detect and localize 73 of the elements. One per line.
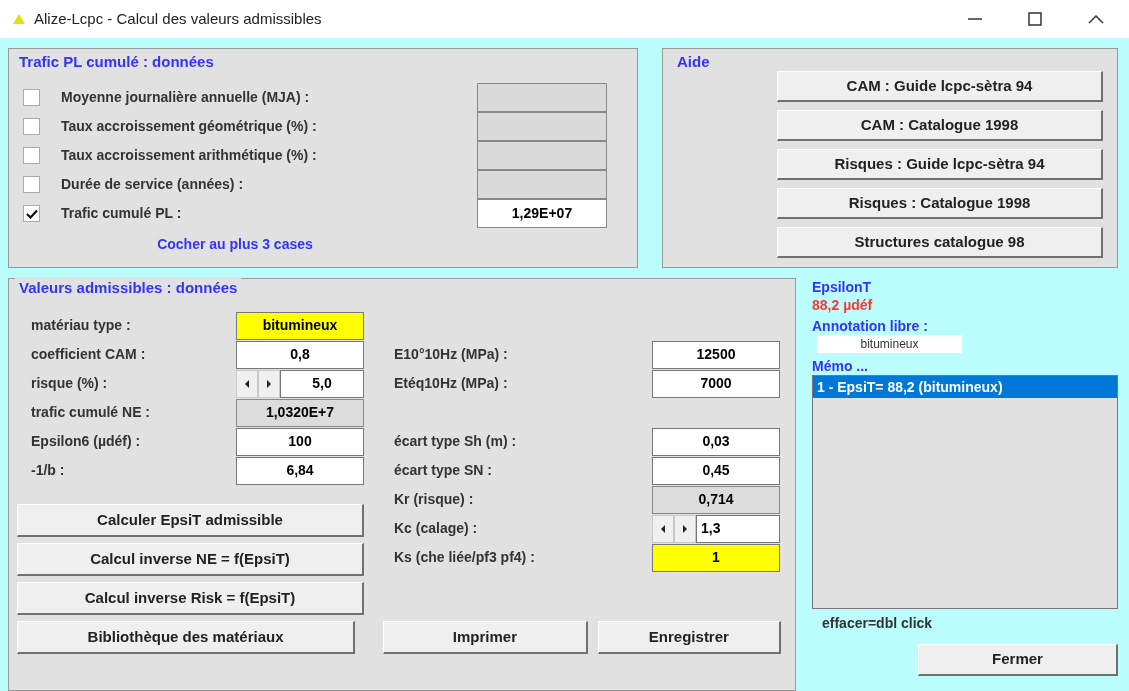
field-label: Ks (che liée/pf3 pf4) : (394, 548, 535, 567)
field-label: écart type Sh (m) : (394, 432, 517, 451)
input-field[interactable]: 0,45 (652, 456, 780, 485)
action-button[interactable]: Enregistrer (597, 621, 781, 654)
left-arrow-button[interactable] (652, 514, 674, 543)
right-triangle-icon (682, 524, 688, 533)
action-button[interactable]: Calcul inverse Risk = f(EpsiT) (17, 582, 364, 615)
left-triangle-icon (244, 379, 250, 388)
input-field[interactable] (477, 112, 607, 141)
field-label: -1/b : (31, 461, 65, 480)
app-icon (12, 12, 26, 26)
input-field[interactable] (477, 141, 607, 170)
window-title: Alize-Lcpc - Calcul des valeurs admissibles (34, 8, 322, 29)
memo-list[interactable]: 1 - EpsiT= 88,2 (bitumineux) (812, 375, 1118, 609)
help-button[interactable]: Risques : Catalogue 1998 (777, 188, 1103, 219)
field-label: Epsilon6 (µdéf) : (31, 432, 141, 451)
help-button[interactable]: CAM : Catalogue 1998 (777, 110, 1103, 141)
action-button[interactable]: Calcul inverse NE = f(EpsiT) (17, 543, 364, 576)
left-arrow-button[interactable] (236, 369, 258, 398)
memo-label: Mémo ... (812, 357, 869, 375)
field-label: coefficient CAM : (31, 345, 146, 364)
field-label: Kr (risque) : (394, 490, 474, 509)
right-arrow-button[interactable] (674, 514, 696, 543)
input-field[interactable]: 7000 (652, 369, 780, 398)
action-button[interactable]: Calculer EpsiT admissible (17, 504, 364, 537)
memo-item[interactable]: 1 - EpsiT= 88,2 (bitumineux) (813, 376, 1117, 398)
field-label: risque (%) : (31, 374, 108, 393)
result-label: EpsilonT (812, 278, 873, 296)
input-field[interactable]: 6,84 (236, 456, 364, 485)
field-label: écart type SN : (394, 461, 493, 480)
readonly-field: 1,0320E+7 (236, 398, 364, 427)
value-field[interactable]: bitumineux (236, 311, 364, 340)
annotation-label: Annotation libre : (812, 317, 929, 335)
checkbox[interactable] (23, 89, 40, 106)
field-label: Kc (calage) : (394, 519, 478, 538)
left-triangle-icon (660, 524, 666, 533)
input-field[interactable]: 0,03 (652, 427, 780, 456)
checkbox[interactable] (23, 118, 40, 135)
checkbox-label: Taux accroissement arithmétique (%) : (61, 146, 317, 165)
field-label: matériau type : (31, 316, 131, 335)
action-button[interactable]: Bibliothèque des matériaux (17, 621, 356, 654)
help-button[interactable]: Risques : Guide lcpc-sètra 94 (777, 149, 1103, 180)
memo-hint: effacer=dbl click (822, 614, 934, 633)
readonly-field: 0,714 (652, 485, 780, 514)
checkbox[interactable] (23, 205, 40, 222)
checkbox-label: Trafic cumulé PL : (61, 204, 182, 223)
input-field[interactable] (477, 83, 607, 112)
result-value: 88,2 µdéf (812, 296, 874, 314)
checkbox-label: Moyenne journalière annuelle (MJA) : (61, 88, 310, 107)
input-field[interactable]: 12500 (652, 340, 780, 369)
action-button[interactable]: Imprimer (383, 621, 588, 654)
right-triangle-icon (266, 379, 272, 388)
spin-field[interactable]: 1,3 (696, 514, 780, 543)
right-arrow-button[interactable] (258, 369, 280, 398)
field-label: E10°10Hz (MPa) : (394, 345, 508, 364)
help-button[interactable]: Structures catalogue 98 (777, 227, 1103, 258)
input-field[interactable]: 100 (236, 427, 364, 456)
checkbox[interactable] (23, 176, 40, 193)
checkbox-label: Taux accroissement géométrique (%) : (61, 117, 317, 136)
annotation-field[interactable]: bitumineux (817, 335, 962, 353)
help-button[interactable]: CAM : Guide lcpc-sètra 94 (777, 71, 1103, 102)
close-button[interactable]: Fermer (918, 644, 1118, 676)
hint-text: Cocher au plus 3 cases (157, 235, 313, 254)
field-label: Etéq10Hz (MPa) : (394, 374, 508, 393)
field-label: trafic cumulé NE : (31, 403, 151, 422)
input-field[interactable]: 0,8 (236, 340, 364, 369)
input-field[interactable] (477, 170, 607, 199)
spin-field[interactable]: 5,0 (280, 369, 364, 398)
value-field[interactable]: 1 (652, 543, 780, 572)
maximize-icon[interactable] (1027, 11, 1043, 27)
checkbox-label: Durée de service (années) : (61, 175, 244, 194)
input-field[interactable]: 1,29E+07 (477, 199, 607, 228)
checkbox[interactable] (23, 147, 40, 164)
